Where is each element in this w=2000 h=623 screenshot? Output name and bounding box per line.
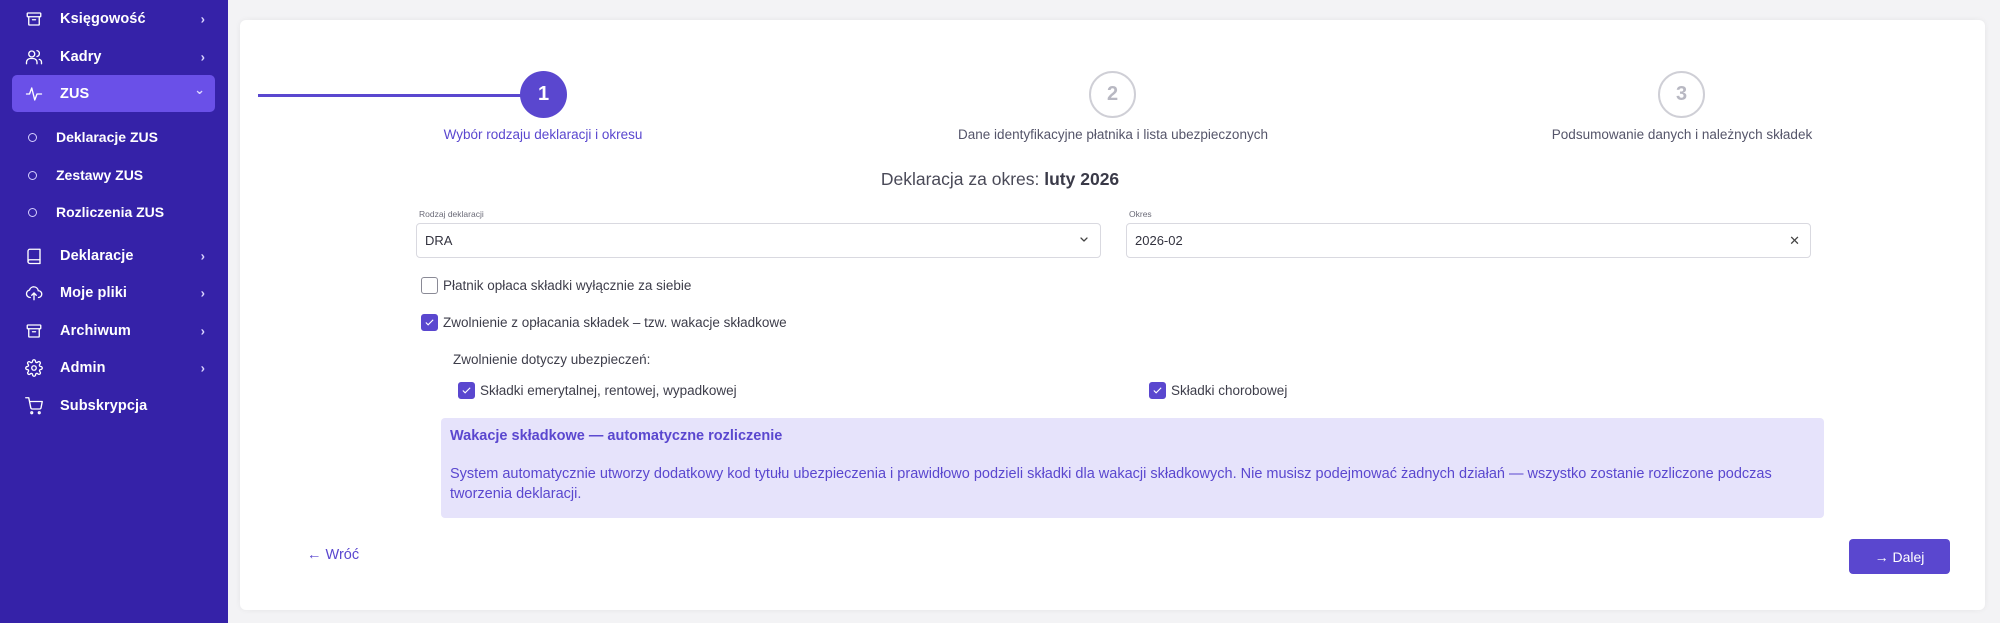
archive-icon bbox=[25, 322, 43, 340]
sidebar-item-deklaracje[interactable]: Deklaracje › bbox=[12, 237, 215, 274]
bullet-icon bbox=[28, 207, 37, 217]
check-icon bbox=[1153, 387, 1162, 394]
step-2-label: Dane identyfikacyjne płatnika i lista ub… bbox=[958, 127, 1268, 142]
sidebar-subitem-label: Rozliczenia ZUS bbox=[56, 204, 165, 220]
declaration-type-select[interactable]: DRA bbox=[416, 223, 1101, 258]
gear-icon bbox=[25, 358, 43, 377]
sidebar-item-label: Kadry bbox=[60, 48, 102, 65]
declaration-type-value: DRA bbox=[425, 233, 453, 248]
clear-icon[interactable]: ✕ bbox=[1789, 233, 1800, 249]
sidebar-item-archiwum[interactable]: Archiwum › bbox=[12, 312, 215, 349]
sidebar-item-label: Deklaracje bbox=[60, 247, 134, 264]
activity-icon bbox=[25, 85, 43, 103]
sidebar-subitem-deklaracje-zus[interactable]: Deklaracje ZUS bbox=[28, 123, 158, 151]
cart-icon bbox=[25, 396, 43, 415]
sidebar-item-label: Archiwum bbox=[60, 322, 131, 339]
page-title: Deklaracja za okres: luty 2026 bbox=[0, 169, 2000, 190]
chevron-right-icon: › bbox=[200, 49, 205, 64]
chevron-right-icon: › bbox=[200, 248, 205, 263]
period-input[interactable]: 2026-02 ✕ bbox=[1126, 223, 1811, 258]
check-icon bbox=[425, 319, 434, 326]
self-only-checkbox[interactable] bbox=[421, 277, 438, 294]
bullet-icon bbox=[28, 132, 37, 142]
sidebar-item-label: ZUS bbox=[60, 85, 90, 102]
chevron-right-icon: › bbox=[200, 323, 205, 338]
exemption-heading: Zwolnienie dotyczy ubezpieczeń: bbox=[453, 352, 651, 367]
check-icon bbox=[462, 387, 471, 394]
step-2-circle[interactable]: 2 bbox=[1089, 71, 1136, 118]
pension-contributions-label[interactable]: Składki emerytalnej, rentowej, wypadkowe… bbox=[480, 383, 737, 398]
period-label: Okres bbox=[1129, 209, 1152, 219]
sickness-contributions-label[interactable]: Składki chorobowej bbox=[1171, 383, 1287, 398]
sidebar-item-zus[interactable]: ZUS ⌄ bbox=[12, 75, 215, 112]
chevron-right-icon: › bbox=[200, 285, 205, 300]
sidebar-item-admin[interactable]: Admin › bbox=[12, 349, 215, 386]
period-heading-prefix: Deklaracja za okres: bbox=[880, 169, 1045, 189]
step-1-circle[interactable]: 1 bbox=[520, 71, 567, 118]
period-heading-value: luty 2026 bbox=[1044, 169, 1120, 189]
users-icon bbox=[25, 48, 43, 66]
sidebar-subitem-rozliczenia-zus[interactable]: Rozliczenia ZUS bbox=[28, 198, 164, 226]
contribution-vacation-label[interactable]: Zwolnienie z opłacania składek – tzw. wa… bbox=[443, 315, 787, 330]
chevron-down-icon bbox=[1078, 233, 1090, 248]
pension-contributions-checkbox[interactable] bbox=[458, 382, 475, 399]
info-text: System automatycznie utworzy dodatkowy k… bbox=[450, 466, 1772, 502]
contribution-vacation-checkbox[interactable] bbox=[421, 314, 438, 331]
info-title: Wakacje składkowe — automatyczne rozlicz… bbox=[450, 428, 783, 444]
archive-icon bbox=[25, 10, 43, 28]
stepper-progress-line bbox=[258, 94, 522, 97]
declaration-type-label: Rodzaj deklaracji bbox=[419, 209, 484, 219]
sidebar-item-label: Subskrypcja bbox=[60, 397, 148, 414]
sidebar-subitem-label: Deklaracje ZUS bbox=[56, 129, 158, 145]
sidebar-item-moje-pliki[interactable]: Moje pliki › bbox=[12, 274, 215, 311]
sidebar-item-subskrypcja[interactable]: Subskrypcja bbox=[12, 387, 215, 424]
chevron-down-icon: ⌄ bbox=[194, 81, 205, 97]
step-3-label: Podsumowanie danych i należnych składek bbox=[1551, 127, 1813, 142]
sidebar-item-label: Moje pliki bbox=[60, 284, 128, 301]
sidebar-item-kadry[interactable]: Kadry › bbox=[12, 38, 215, 75]
sickness-contributions-checkbox[interactable] bbox=[1149, 382, 1166, 399]
sidebar-item-ksiegowosc[interactable]: Księgowość › bbox=[12, 0, 215, 37]
self-only-label[interactable]: Płatnik opłaca składki wyłącznie za sieb… bbox=[443, 278, 691, 293]
step-3-circle[interactable]: 3 bbox=[1658, 71, 1705, 118]
sidebar-item-label: Admin bbox=[60, 359, 106, 376]
back-button[interactable]: ← Wróć bbox=[307, 547, 359, 563]
info-alert: Wakacje składkowe — automatyczne rozlicz… bbox=[441, 418, 1824, 518]
cloud-upload-icon bbox=[25, 284, 43, 302]
period-value: 2026-02 bbox=[1135, 233, 1183, 248]
book-icon bbox=[25, 247, 43, 265]
step-1-label: Wybór rodzaju deklaracji i okresu bbox=[443, 127, 643, 142]
chevron-right-icon: › bbox=[200, 11, 205, 26]
next-button[interactable]: → Dalej bbox=[1849, 539, 1950, 574]
sidebar: Księgowość › Kadry › ZUS ⌄ Deklaracje ZU… bbox=[0, 0, 228, 623]
sidebar-item-label: Księgowość bbox=[60, 10, 146, 27]
chevron-right-icon: › bbox=[200, 360, 205, 375]
